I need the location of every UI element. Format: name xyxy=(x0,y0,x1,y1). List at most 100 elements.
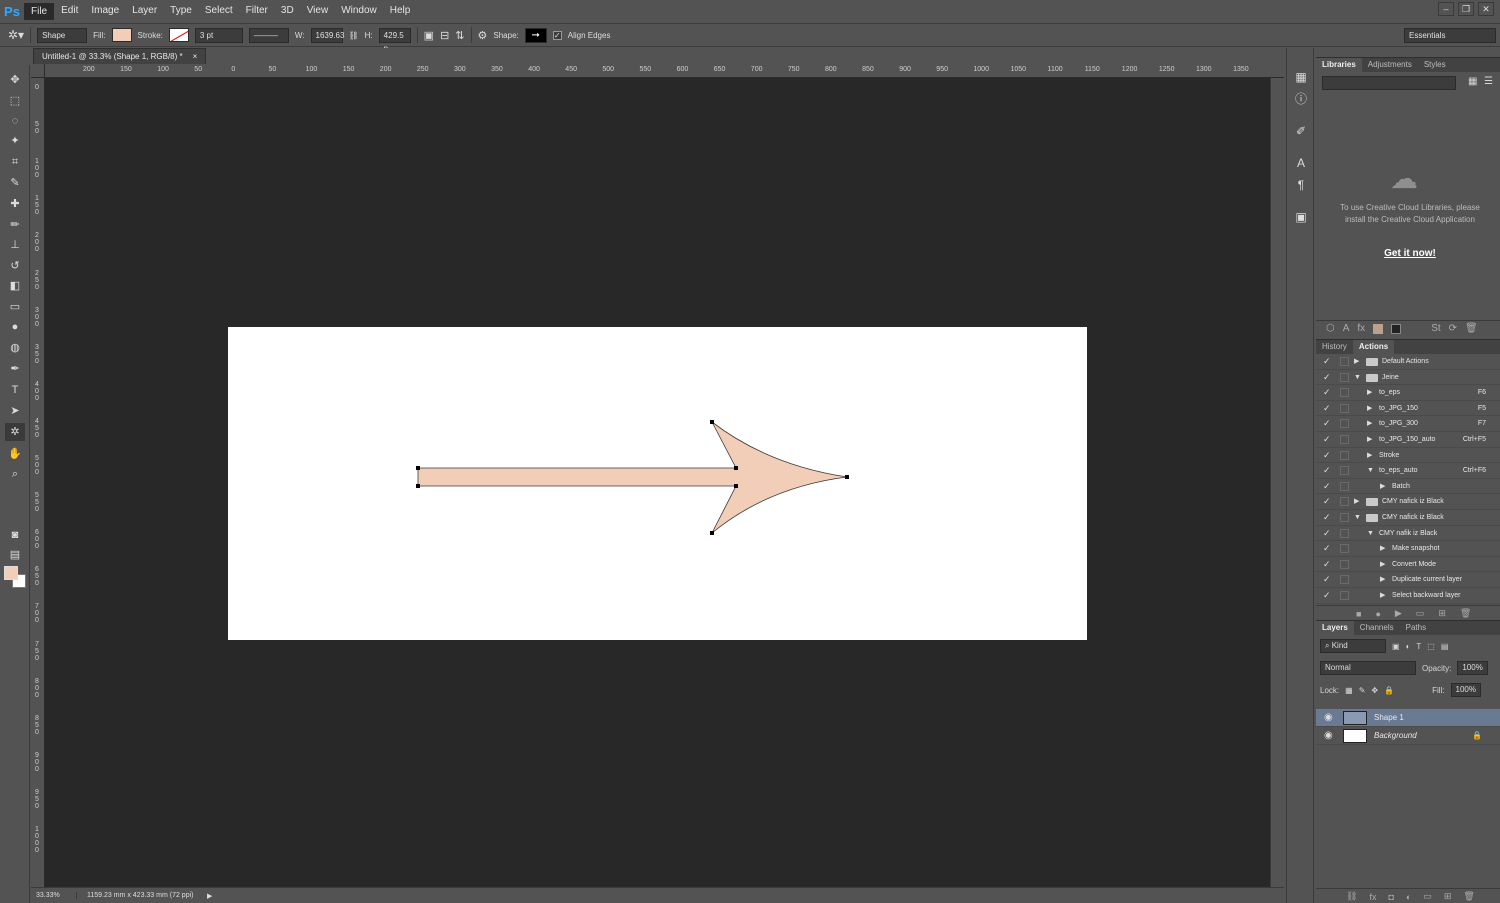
character-panel-icon[interactable]: A xyxy=(1292,154,1310,172)
layer-row-background[interactable]: ◉ Background 🔒 xyxy=(1316,727,1500,745)
path-arrangement-icon[interactable]: ⇅ xyxy=(455,29,464,42)
expand-right-icon[interactable]: ▶ xyxy=(1367,401,1372,416)
action-row[interactable]: ✓ ▶ Duplicate current layer xyxy=(1316,572,1500,588)
expand-right-icon[interactable]: ▶ xyxy=(1354,494,1359,509)
add-graphic-icon[interactable]: ⬡ xyxy=(1326,323,1335,334)
menu-window[interactable]: Window xyxy=(335,3,383,20)
blend-mode-select[interactable]: Normal xyxy=(1320,661,1416,675)
action-dialog-toggle[interactable] xyxy=(1340,450,1349,460)
fill-color-swatch[interactable] xyxy=(111,28,132,42)
clone-stamp-tool-icon[interactable]: ⊥ xyxy=(5,236,25,254)
action-row[interactable]: ✓ ▼ CMY nafik iz Black xyxy=(1316,526,1500,542)
add-layer-style-icon[interactable]: fx xyxy=(1357,323,1365,334)
tab-layers[interactable]: Layers xyxy=(1316,621,1354,635)
action-toggle-check[interactable]: ✓ xyxy=(1323,448,1331,463)
expand-right-icon[interactable]: ▶ xyxy=(1367,448,1372,463)
tool-mode-select[interactable]: Shape xyxy=(37,27,88,43)
lock-all-icon[interactable]: 🔒 xyxy=(1384,686,1394,695)
expand-right-icon[interactable]: ▶ xyxy=(1354,354,1359,369)
minimize-button[interactable]: – xyxy=(1438,2,1454,16)
adjustment-layer-icon[interactable]: ◐ xyxy=(1406,892,1411,902)
marquee-tool-icon[interactable]: ⬚ xyxy=(5,92,25,110)
action-row[interactable]: ✓ ▼ to_eps_auto Ctrl+F6 xyxy=(1316,463,1500,479)
action-toggle-check[interactable]: ✓ xyxy=(1323,463,1331,478)
action-dialog-toggle[interactable] xyxy=(1340,575,1349,585)
action-toggle-check[interactable]: ✓ xyxy=(1323,401,1331,416)
visibility-eye-icon[interactable]: ◉ xyxy=(1324,709,1333,727)
add-text-color-icon[interactable] xyxy=(1391,323,1402,334)
pen-tool-icon[interactable]: ✒ xyxy=(5,360,25,378)
layer-style-icon[interactable]: fx xyxy=(1369,892,1376,902)
action-row[interactable]: ✓ ▶ Select backward layer xyxy=(1316,588,1500,604)
restore-button[interactable]: ❐ xyxy=(1458,2,1474,16)
expand-right-icon[interactable]: ▶ xyxy=(1380,541,1385,556)
stroke-width-select[interactable]: 3 pt xyxy=(194,27,243,43)
pixel-filter-icon[interactable]: ▣ xyxy=(1392,642,1400,651)
tab-styles[interactable]: Styles xyxy=(1418,58,1452,72)
crop-tool-icon[interactable]: ⌗ xyxy=(5,153,25,171)
layer-name[interactable]: Shape 1 xyxy=(1374,709,1404,727)
action-toggle-check[interactable]: ✓ xyxy=(1323,541,1331,556)
action-toggle-check[interactable]: ✓ xyxy=(1323,494,1331,509)
tab-channels[interactable]: Channels xyxy=(1354,621,1400,635)
add-character-style-icon[interactable]: A xyxy=(1343,323,1350,334)
history-brush-tool-icon[interactable]: ↺ xyxy=(5,257,25,275)
get-it-now-link[interactable]: Get it now! xyxy=(1316,248,1500,259)
expand-right-icon[interactable]: ▶ xyxy=(1367,385,1372,400)
expand-down-icon[interactable]: ▼ xyxy=(1354,370,1361,385)
arrow-shape[interactable] xyxy=(228,327,1087,640)
play-icon[interactable]: ▶ xyxy=(1395,608,1402,619)
stock-icon[interactable]: St xyxy=(1431,323,1440,334)
expand-down-icon[interactable]: ▼ xyxy=(1367,526,1374,541)
expand-down-icon[interactable]: ▼ xyxy=(1367,463,1374,478)
action-toggle-check[interactable]: ✓ xyxy=(1323,385,1331,400)
canvas-area[interactable] xyxy=(45,78,1284,887)
brush-tool-icon[interactable]: ✏ xyxy=(5,216,25,234)
type-filter-icon[interactable]: T xyxy=(1416,642,1421,651)
magic-wand-tool-icon[interactable]: ✦ xyxy=(5,132,25,150)
brush-presets-icon[interactable]: ✐ xyxy=(1292,122,1310,140)
action-row[interactable]: ✓ ▼ CMY nafick iz Black xyxy=(1316,510,1500,526)
healing-brush-tool-icon[interactable]: ✚ xyxy=(5,195,25,213)
menu-file[interactable]: File xyxy=(24,2,55,20)
action-row[interactable]: ✓ ▶ to_JPG_150 F5 xyxy=(1316,401,1500,417)
quick-mask-icon[interactable]: ◙ xyxy=(5,526,25,544)
menu-type[interactable]: Type xyxy=(164,3,198,20)
menu-help[interactable]: Help xyxy=(384,3,417,20)
workspace-select[interactable]: Essentials xyxy=(1404,28,1496,43)
action-dialog-toggle[interactable] xyxy=(1340,372,1349,382)
path-selection-tool-icon[interactable]: ➤ xyxy=(5,402,25,420)
menu-select[interactable]: Select xyxy=(199,3,239,20)
new-layer-icon[interactable]: ⊞ xyxy=(1444,891,1452,902)
gear-icon[interactable]: ⚙ xyxy=(478,29,488,42)
menu-edit[interactable]: Edit xyxy=(55,3,84,20)
move-tool-icon[interactable]: ✥ xyxy=(5,71,25,89)
width-input[interactable]: 1639.63 xyxy=(310,27,344,43)
info-panel-icon[interactable]: ⓘ xyxy=(1292,90,1310,108)
tab-history[interactable]: History xyxy=(1316,340,1353,354)
action-row[interactable]: ✓ ▶ Stroke xyxy=(1316,448,1500,464)
shape-picker[interactable]: ➞ xyxy=(524,27,547,43)
zoom-tool-icon[interactable]: ⌕ xyxy=(5,465,25,483)
action-toggle-check[interactable]: ✓ xyxy=(1323,526,1331,541)
close-tab-icon[interactable]: × xyxy=(193,49,198,64)
action-toggle-check[interactable]: ✓ xyxy=(1323,354,1331,369)
expand-right-icon[interactable]: ▶ xyxy=(1380,557,1385,572)
menu-image[interactable]: Image xyxy=(85,3,125,20)
screen-mode-icon[interactable]: ▤ xyxy=(5,546,25,564)
layer-mask-icon[interactable]: ◘ xyxy=(1388,892,1393,902)
menu-layer[interactable]: Layer xyxy=(126,3,163,20)
action-toggle-check[interactable]: ✓ xyxy=(1323,510,1331,525)
kind-filter-select[interactable]: ⌕ Kind xyxy=(1320,639,1386,653)
status-menu-arrow-icon[interactable]: ▶ xyxy=(207,892,212,900)
action-dialog-toggle[interactable] xyxy=(1340,528,1349,538)
lasso-tool-icon[interactable]: ◌ xyxy=(5,112,25,130)
action-dialog-toggle[interactable] xyxy=(1340,481,1349,491)
expand-right-icon[interactable]: ▶ xyxy=(1380,588,1385,603)
action-dialog-toggle[interactable] xyxy=(1340,419,1349,429)
path-operations-icon[interactable]: ▣ xyxy=(424,29,434,42)
action-dialog-toggle[interactable] xyxy=(1340,466,1349,476)
history-panel-icon[interactable]: ▦ xyxy=(1292,68,1310,86)
expand-right-icon[interactable]: ▶ xyxy=(1367,416,1372,431)
close-button[interactable]: ✕ xyxy=(1478,2,1494,16)
